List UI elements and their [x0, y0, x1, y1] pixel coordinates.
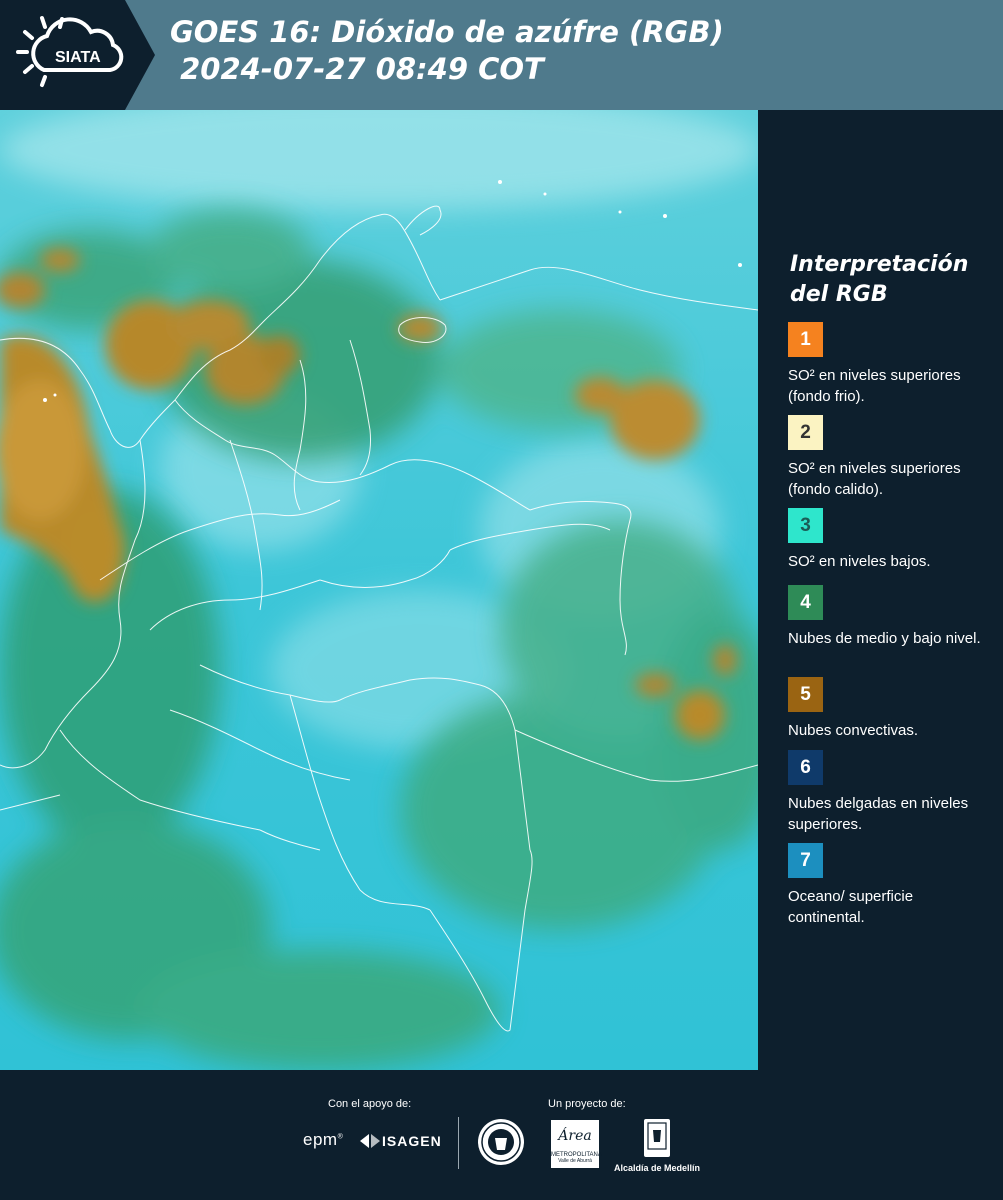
legend-swatch-7: 7 [788, 843, 823, 878]
legend-item-2: 2 SO² en niveles superiores (fondo calid… [788, 415, 988, 500]
area-script: Área [558, 1128, 592, 1144]
logo-text: SIATA [55, 49, 101, 66]
title-line-1: GOES 16: Dióxido de azúfre (RGB) [170, 15, 724, 49]
isagen-text: ISAGEN [382, 1133, 442, 1149]
legend-num-6: 6 [800, 756, 811, 778]
epm-logo-text: epm [303, 1130, 338, 1149]
legend-item-3: 3 SO² en niveles bajos. [788, 508, 988, 572]
legend-item-5: 5 Nubes convectivas. [788, 677, 988, 741]
isagen-logo[interactable]: ISAGEN [360, 1132, 442, 1150]
siata-logo[interactable]: SIATA [0, 0, 155, 110]
legend-num-3: 3 [800, 514, 811, 536]
header-bar: SIATA GOES 16: Dióxido de azúfre (RGB) 2… [0, 0, 1003, 110]
area-metropolitana-logo[interactable]: Área METROPOLITANA Valle de Aburrá [551, 1120, 602, 1168]
legend-item-7: 7 Oceano/ superficie continental. [788, 843, 988, 928]
legend-num-5: 5 [800, 683, 811, 705]
footer: Con el apoyo de: Un proyecto de: epm® IS… [0, 1070, 1003, 1200]
legend-swatch-4: 4 [788, 585, 823, 620]
legend-num-2: 2 [800, 421, 811, 443]
medellin-seal-icon[interactable] [477, 1118, 525, 1166]
footer-divider [458, 1117, 459, 1169]
legend-text-4: Nubes de medio y bajo nivel. [788, 630, 981, 647]
legend-item-1: 1 SO² en niveles superiores (fondo frio)… [788, 322, 988, 407]
alcaldia-text: Alcaldía de Medellín [613, 1163, 701, 1173]
legend-num-7: 7 [800, 849, 811, 871]
legend-swatch-5: 5 [788, 677, 823, 712]
isagen-icon [360, 1134, 380, 1148]
legend-panel: Interpretación del RGB 1 SO² en niveles … [758, 110, 1003, 1070]
legend-swatch-1: 1 [788, 322, 823, 357]
legend-swatch-2: 2 [788, 415, 823, 450]
legend-num-4: 4 [800, 591, 811, 613]
legend-num-1: 1 [800, 328, 811, 350]
title-line-2: 2024-07-27 08:49 COT [170, 52, 544, 86]
legend-text-7: Oceano/ superficie continental. [788, 888, 914, 926]
legend-text-5: Nubes convectivas. [788, 722, 919, 739]
page-title: GOES 16: Dióxido de azúfre (RGB) 2024-07… [170, 14, 724, 88]
legend-text-6: Nubes delgadas en niveles superiores. [788, 795, 969, 833]
legend-text-2: SO² en niveles superiores (fondo calido)… [788, 460, 961, 498]
legend-title-line-1: Interpretación [790, 252, 969, 277]
alcaldia-medellin-logo[interactable]: Alcaldía de Medellín [612, 1118, 702, 1173]
support-label: Con el apoyo de: [328, 1098, 412, 1110]
legend-text-1: SO² en niveles superiores (fondo frio). [788, 367, 961, 405]
legend-swatch-6: 6 [788, 750, 823, 785]
legend-title-line-2: del RGB [790, 282, 888, 307]
legend-item-4: 4 Nubes de medio y bajo nivel. [788, 585, 988, 649]
project-label: Un proyecto de: [548, 1098, 626, 1110]
legend-text-3: SO² en niveles bajos. [788, 553, 931, 570]
alcaldia-crest-icon [644, 1119, 670, 1157]
legend-item-6: 6 Nubes delgadas en niveles superiores. [788, 750, 988, 835]
epm-logo[interactable]: epm® [303, 1130, 343, 1150]
satellite-map[interactable] [0, 110, 758, 1070]
area-metropolitana-sub: Valle de Aburrá [558, 1158, 592, 1164]
legend-title: Interpretación del RGB [790, 250, 990, 310]
legend-swatch-3: 3 [788, 508, 823, 543]
